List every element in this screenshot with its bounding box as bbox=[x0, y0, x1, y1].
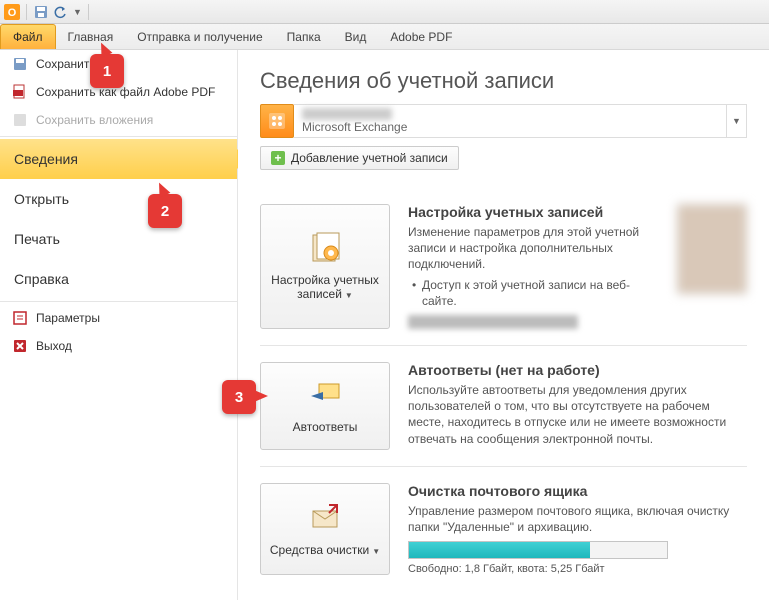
separator bbox=[0, 301, 237, 302]
separator bbox=[26, 4, 27, 20]
button-label: Автоответы bbox=[293, 420, 358, 434]
backstage-content: Сведения об учетной записи Microsoft Exc… bbox=[238, 50, 769, 600]
sidebar-info[interactable]: Сведения bbox=[0, 139, 237, 179]
annotation-callout-3: 3 bbox=[222, 380, 256, 414]
auto-replies-button[interactable]: Автоответы bbox=[260, 362, 390, 450]
sidebar-item-label: Выход bbox=[36, 339, 72, 353]
sidebar-open[interactable]: Открыть bbox=[0, 179, 237, 219]
sidebar-item-label: Сведения bbox=[14, 151, 78, 167]
sidebar-save-attachments: Сохранить вложения bbox=[0, 106, 237, 134]
undo-icon[interactable] bbox=[53, 4, 69, 20]
pdf-icon bbox=[12, 84, 28, 100]
section-heading: Очистка почтового ящика bbox=[408, 483, 747, 499]
sidebar-print[interactable]: Печать bbox=[0, 219, 237, 259]
section-description: Управление размером почтового ящика, вкл… bbox=[408, 503, 747, 535]
page-title: Сведения об учетной записи bbox=[260, 68, 747, 94]
sidebar-help[interactable]: Справка bbox=[0, 259, 237, 299]
quick-access-toolbar: O ▼ bbox=[0, 0, 769, 24]
backstage-sidebar: Сохранить Сохранить как файл Adobe PDF С… bbox=[0, 50, 238, 600]
button-label: Добавление учетной записи bbox=[291, 151, 448, 165]
add-account-button[interactable]: + Добавление учетной записи bbox=[260, 146, 459, 170]
sidebar-item-label: Печать bbox=[14, 231, 60, 247]
section-text: Очистка почтового ящика Управление разме… bbox=[408, 483, 747, 575]
section-text: Автоответы (нет на работе) Используйте а… bbox=[408, 362, 747, 450]
auto-replies-icon bbox=[307, 378, 343, 414]
account-type: Microsoft Exchange bbox=[302, 120, 718, 134]
tab-view[interactable]: Вид bbox=[333, 24, 379, 49]
section-description: Используйте автоответы для уведомления д… bbox=[408, 382, 747, 447]
account-settings-button[interactable]: Настройка учетных записей▼ bbox=[260, 204, 390, 329]
section-bullet: Доступ к этой учетной записи на веб-сайт… bbox=[408, 277, 659, 309]
sidebar-exit[interactable]: Выход bbox=[0, 332, 237, 360]
section-auto-replies: Автоответы Автоответы (нет на работе) Ис… bbox=[260, 346, 747, 467]
sidebar-item-label: Сохранить вложения bbox=[36, 113, 153, 127]
account-badge-icon bbox=[260, 104, 294, 138]
mailbox-quota-bar bbox=[408, 541, 668, 559]
account-settings-icon bbox=[307, 231, 343, 267]
sidebar-item-label: Сохранить как файл Adobe PDF bbox=[36, 85, 215, 99]
account-email bbox=[302, 108, 392, 120]
sidebar-item-label: Сохранить bbox=[36, 57, 96, 71]
quota-fill bbox=[409, 542, 590, 558]
tab-home[interactable]: Главная bbox=[56, 24, 126, 49]
ribbon-tabs: Файл Главная Отправка и получение Папка … bbox=[0, 24, 769, 50]
tab-send-receive[interactable]: Отправка и получение bbox=[125, 24, 274, 49]
sidebar-item-label: Справка bbox=[14, 271, 69, 287]
account-dropdown-icon[interactable]: ▼ bbox=[727, 104, 747, 138]
quota-text: Свободно: 1,8 Гбайт, квота: 5,25 Гбайт bbox=[408, 563, 747, 575]
sidebar-item-label: Открыть bbox=[14, 191, 69, 207]
section-account-settings: Настройка учетных записей▼ Настройка уче… bbox=[260, 188, 747, 346]
qat-dropdown-icon[interactable]: ▼ bbox=[73, 7, 82, 17]
user-avatar bbox=[677, 204, 747, 294]
section-description: Изменение параметров для этой учетной за… bbox=[408, 224, 659, 273]
cleanup-icon bbox=[307, 501, 343, 537]
svg-text:O: O bbox=[8, 7, 17, 19]
options-icon bbox=[12, 310, 28, 326]
tab-adobe-pdf[interactable]: Adobe PDF bbox=[378, 24, 464, 49]
section-text: Настройка учетных записей Изменение пара… bbox=[408, 204, 659, 329]
separator bbox=[88, 4, 89, 20]
save-icon[interactable] bbox=[33, 4, 49, 20]
account-info: Microsoft Exchange bbox=[294, 104, 727, 138]
plus-icon: + bbox=[271, 151, 285, 165]
account-selector: Microsoft Exchange ▼ bbox=[260, 104, 747, 138]
section-cleanup: Средства очистки▼ Очистка почтового ящик… bbox=[260, 467, 747, 591]
app-icon: O bbox=[4, 4, 20, 20]
tab-file[interactable]: Файл bbox=[0, 24, 56, 49]
button-label: Настройка учетных записей▼ bbox=[265, 273, 385, 302]
section-heading: Автоответы (нет на работе) bbox=[408, 362, 747, 378]
section-heading: Настройка учетных записей bbox=[408, 204, 659, 220]
web-access-link[interactable] bbox=[408, 315, 578, 329]
separator bbox=[0, 136, 237, 137]
sidebar-item-label: Параметры bbox=[36, 311, 100, 325]
annotation-callout-2: 2 bbox=[148, 194, 182, 228]
cleanup-tools-button[interactable]: Средства очистки▼ bbox=[260, 483, 390, 575]
button-label: Средства очистки▼ bbox=[270, 543, 380, 557]
save-icon bbox=[12, 56, 28, 72]
tab-folder[interactable]: Папка bbox=[275, 24, 333, 49]
annotation-callout-1: 1 bbox=[90, 54, 124, 88]
attachment-icon bbox=[12, 112, 28, 128]
exit-icon bbox=[12, 338, 28, 354]
sidebar-options[interactable]: Параметры bbox=[0, 304, 237, 332]
